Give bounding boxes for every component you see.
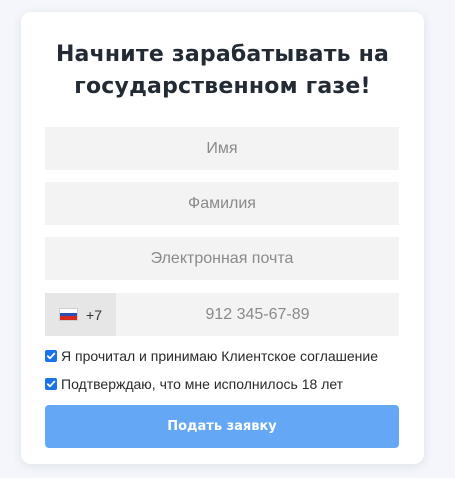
form-title-line-2: государственном газе! — [74, 74, 371, 99]
submit-button[interactable]: Подать заявку — [45, 405, 399, 448]
phone-input[interactable] — [116, 293, 399, 336]
email-input[interactable] — [45, 237, 399, 280]
country-code-selector[interactable]: +7 — [45, 293, 116, 336]
age-consent: Подтверждаю, что мне исполнилось 18 лет — [45, 376, 343, 392]
agreement-label: Я прочитал и принимаю Клиентское соглаше… — [61, 348, 379, 364]
first-name-input[interactable] — [45, 127, 399, 170]
last-name-input[interactable] — [45, 182, 399, 225]
form-title-line-1: Начните зарабатывать на — [55, 42, 390, 67]
phone-field: +7 — [45, 293, 399, 336]
checkmark-icon — [46, 352, 56, 360]
agreement-checkbox[interactable] — [45, 350, 57, 362]
form-title: Начните зарабатывать на государственном … — [21, 39, 424, 103]
dial-code: +7 — [86, 306, 102, 323]
checkmark-icon — [46, 380, 56, 388]
agreement-consent: Я прочитал и принимаю Клиентское соглаше… — [45, 348, 378, 364]
signup-card: Начните зарабатывать на государственном … — [21, 12, 424, 464]
age-checkbox[interactable] — [45, 378, 57, 390]
russia-flag-icon — [59, 308, 79, 321]
age-label: Подтверждаю, что мне исполнилось 18 лет — [61, 376, 344, 392]
